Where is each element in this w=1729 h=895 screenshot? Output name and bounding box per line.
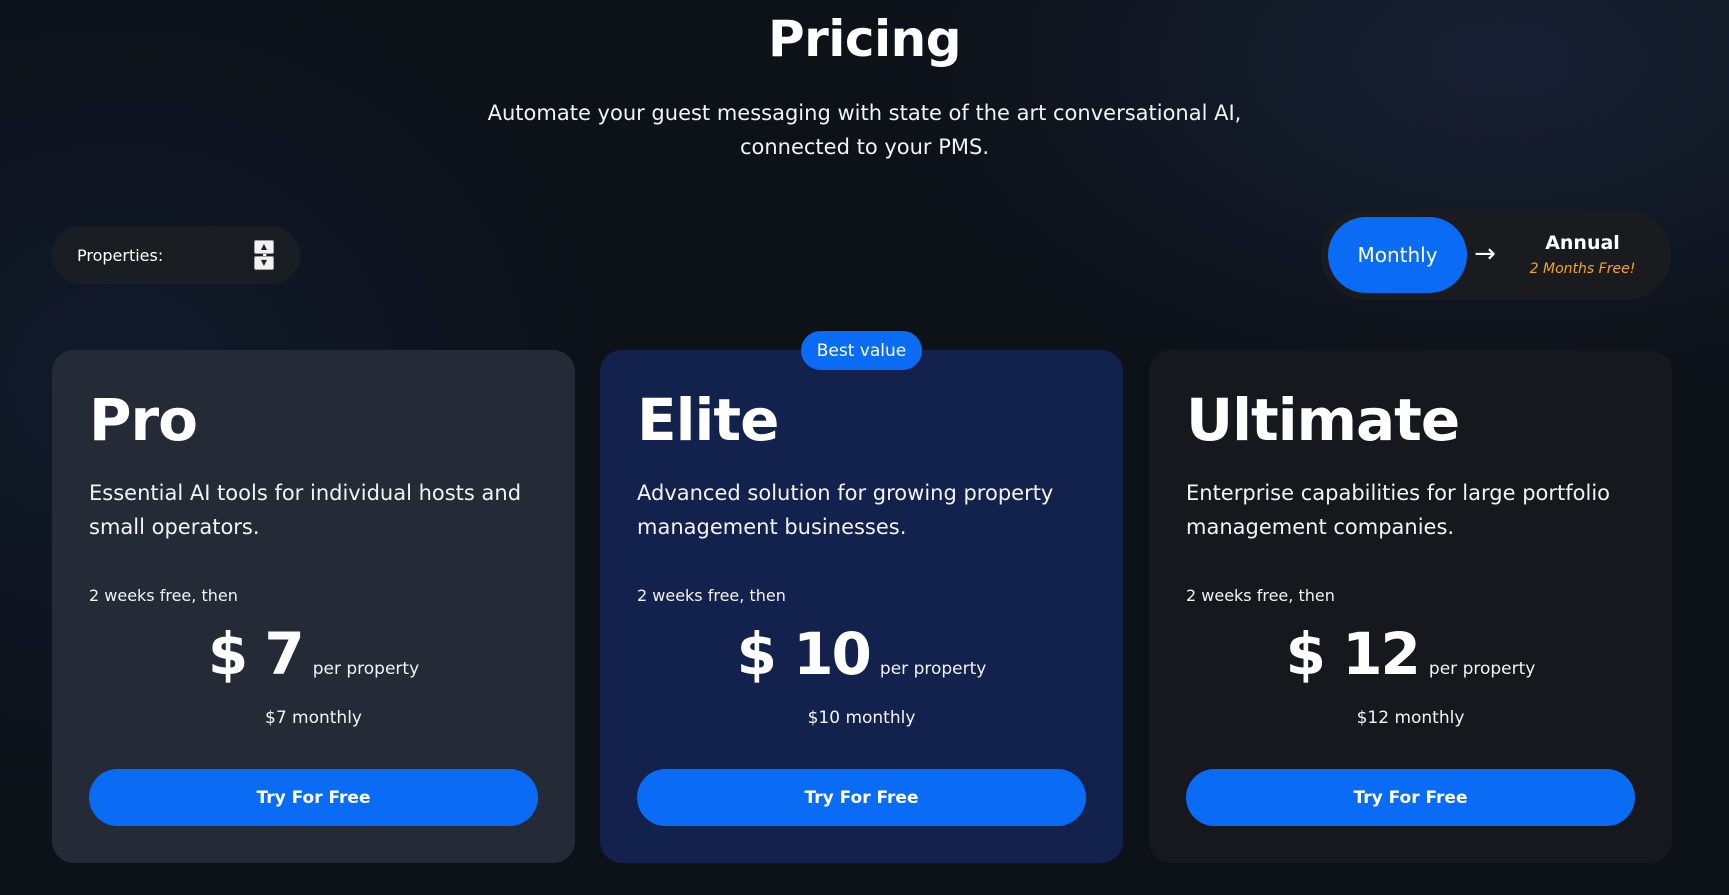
plan-description: Essential AI tools for individual hosts …: [89, 481, 522, 539]
price-unit: per property: [1428, 659, 1536, 679]
best-value-badge: Best value: [801, 331, 922, 370]
price-unit: per property: [312, 659, 420, 679]
try-for-free-button[interactable]: Try For Free: [89, 769, 538, 826]
plan-description: Enterprise capabilities for large portfo…: [1186, 481, 1610, 539]
plan-name: Ultimate: [1186, 386, 1460, 454]
plan-card-ultimate: Ultimate Enterprise capabilities for lar…: [1149, 350, 1672, 863]
trial-note: 2 weeks free, then: [1186, 586, 1335, 605]
price-unit: per property: [879, 659, 987, 679]
plan-card-pro: Pro Essential AI tools for individual ho…: [52, 350, 575, 863]
monthly-toggle-button[interactable]: Monthly: [1328, 217, 1467, 293]
properties-stepper: ▲ ▼: [254, 240, 274, 270]
price-row: $ 12 per property: [1149, 620, 1672, 688]
arrow-right-icon: →: [1474, 239, 1496, 269]
monthly-total: $7 monthly: [265, 708, 362, 728]
subtitle-line-2: connected to your PMS.: [739, 135, 990, 159]
plan-price: $ 12: [1285, 620, 1421, 688]
decrement-arrow-icon[interactable]: ▼: [254, 256, 274, 270]
try-for-free-button[interactable]: Try For Free: [1186, 769, 1635, 826]
plan-price: $ 7: [207, 620, 305, 688]
page-title: Pricing: [767, 10, 962, 68]
monthly-total: $10 monthly: [807, 708, 916, 728]
plan-price: $ 10: [736, 620, 872, 688]
try-for-free-button[interactable]: Try For Free: [637, 769, 1086, 826]
price-row: $ 10 per property: [600, 620, 1123, 688]
subtitle-line-1: Automate your guest messaging with state…: [487, 101, 1242, 125]
properties-label: Properties:: [77, 245, 164, 265]
page-subtitle: Automate your guest messaging with state…: [0, 96, 1729, 164]
price-row: $ 7 per property: [52, 620, 575, 688]
plan-description: Advanced solution for growing property m…: [637, 481, 1054, 539]
plan-name: Elite: [637, 386, 779, 454]
annual-toggle-button[interactable]: Annual: [1510, 232, 1655, 254]
plan-name: Pro: [89, 386, 198, 454]
plan-card-elite: Elite Advanced solution for growing prop…: [600, 350, 1123, 863]
trial-note: 2 weeks free, then: [89, 586, 238, 605]
monthly-total: $12 monthly: [1356, 708, 1465, 728]
annual-discount-note: 2 Months Free!: [1529, 261, 1636, 277]
increment-arrow-icon[interactable]: ▲: [254, 240, 274, 254]
trial-note: 2 weeks free, then: [637, 586, 786, 605]
